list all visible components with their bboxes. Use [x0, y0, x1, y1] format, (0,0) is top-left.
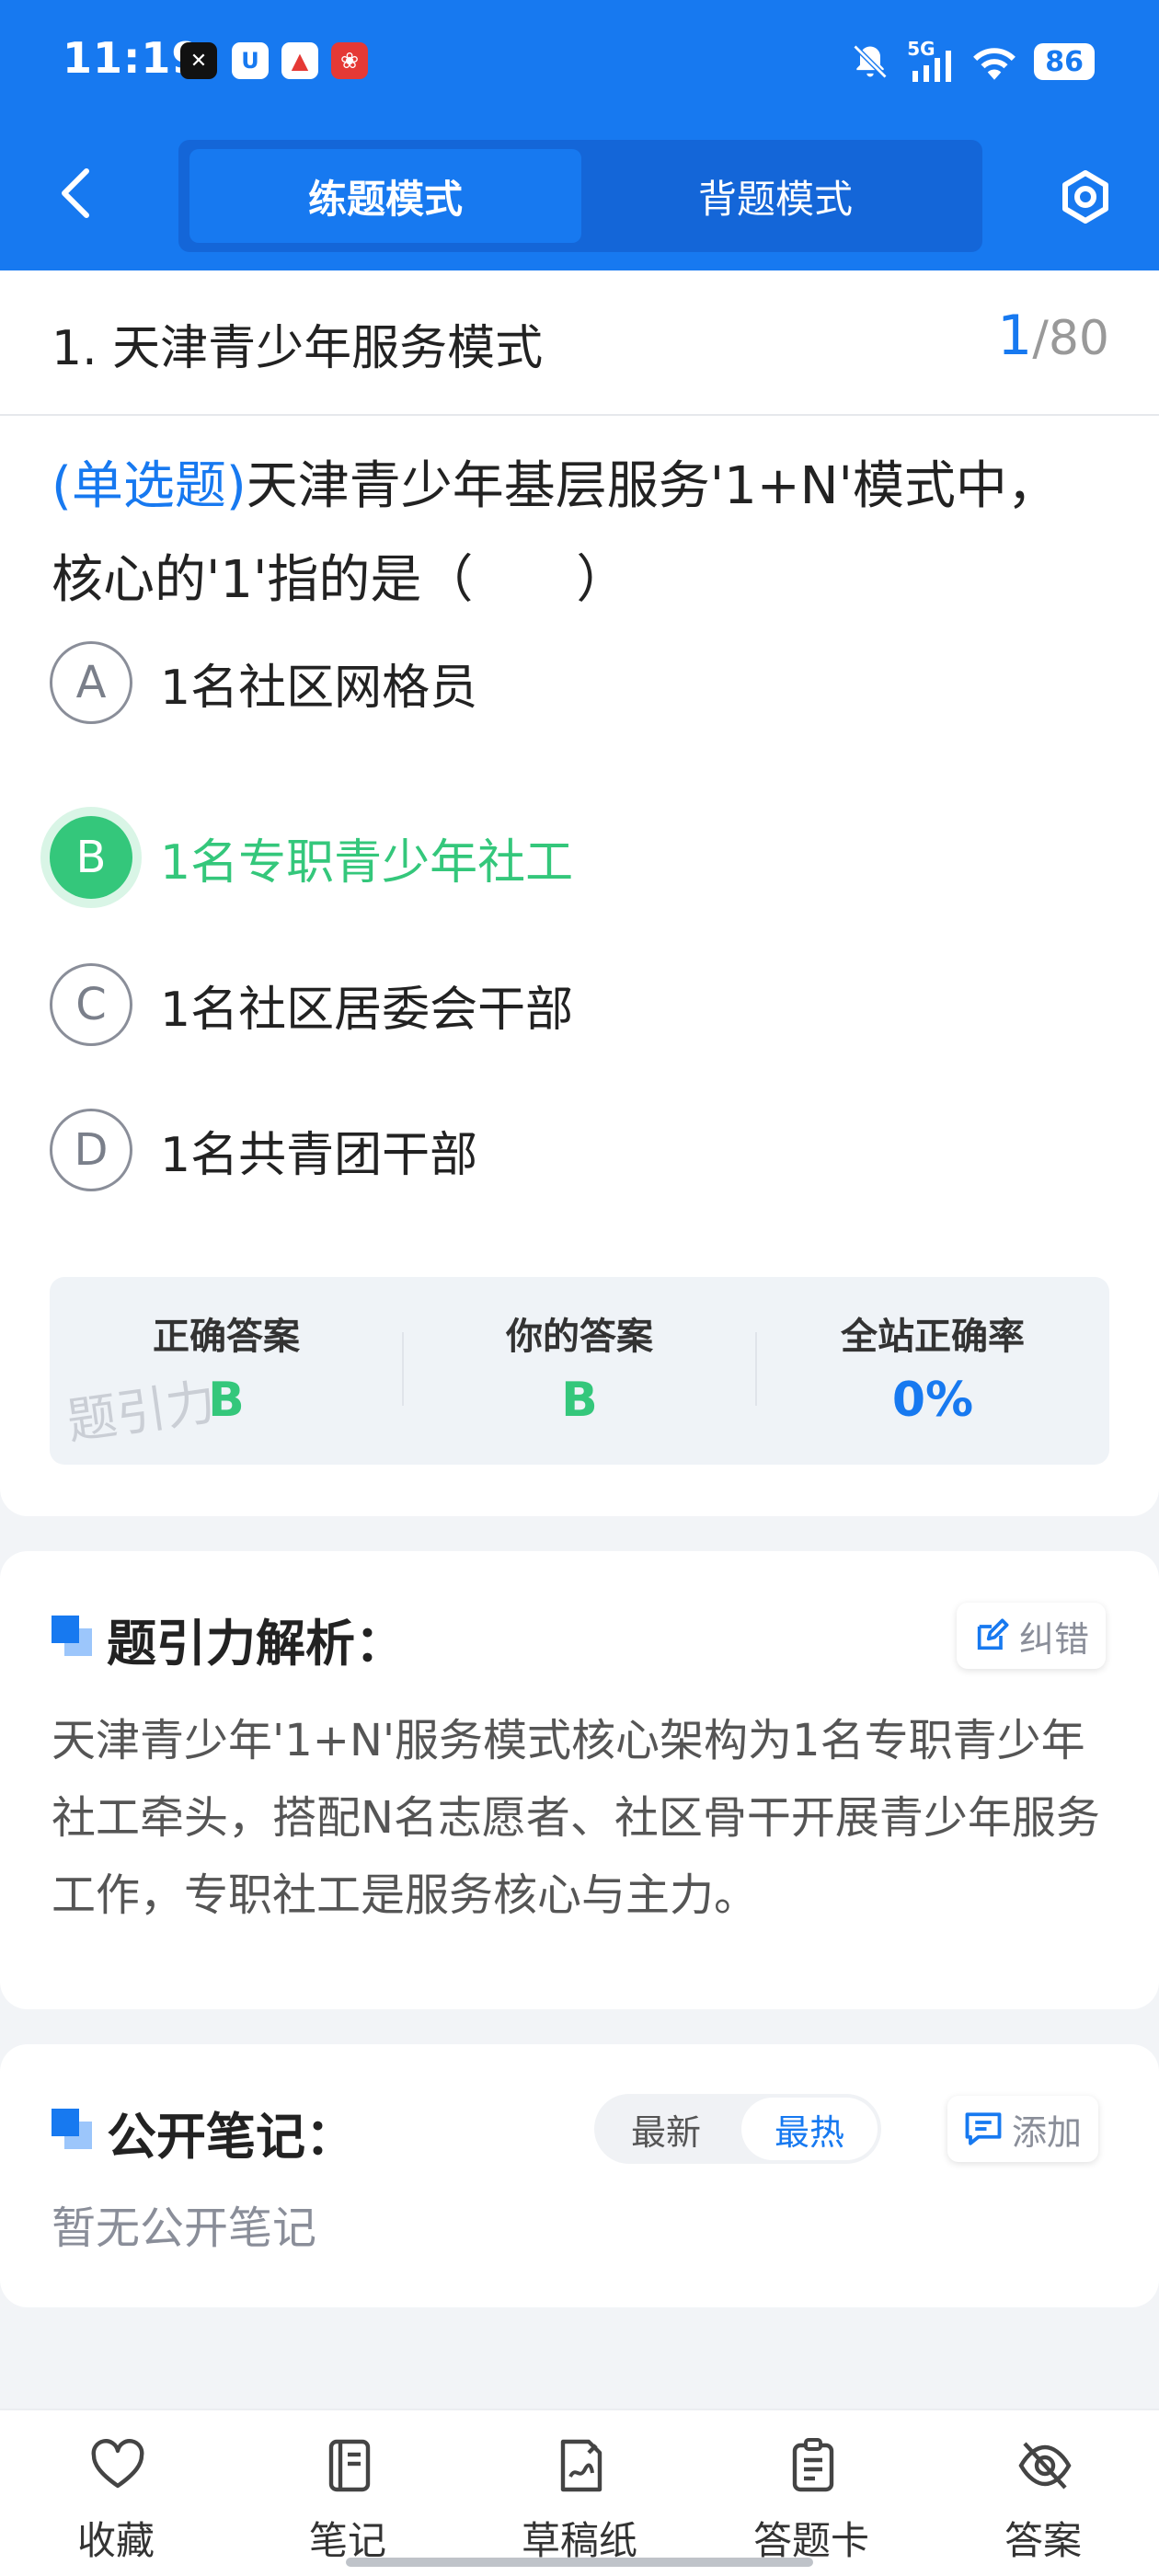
question-card: 1. 天津青少年服务模式 1/80 (单选题)天津青少年基层服务'1+N'模式中… — [0, 270, 1159, 1516]
accuracy-value: 0% — [891, 1373, 974, 1428]
your-answer-label: 你的答案 — [506, 1316, 653, 1358]
option-b[interactable]: B 1名专职青少年社工 — [50, 813, 1107, 902]
correct-answer-label: 正确答案 — [153, 1316, 300, 1358]
section-square-icon — [52, 1616, 94, 1658]
nav-answer[interactable]: 答案 — [927, 2410, 1159, 2576]
status-icons: 5G 86 — [850, 38, 1095, 85]
accuracy-column: 全站正确率 0% — [756, 1277, 1109, 1465]
answer-card-icon — [792, 2438, 834, 2492]
option-d[interactable]: D 1名共青团干部 — [50, 1106, 1107, 1194]
total-questions: /80 — [1032, 311, 1109, 366]
hexagon-settings-icon — [1062, 170, 1108, 224]
nav-notes[interactable]: 笔记 — [232, 2410, 464, 2576]
option-text: 1名共青团干部 — [160, 1127, 478, 1183]
notebook-icon — [328, 2439, 371, 2492]
analysis-text: 天津青少年'1+N'服务模式核心架构为1名专职青少年社工牵头，搭配N名志愿者、社… — [52, 1715, 1100, 1921]
accuracy-label: 全站正确率 — [841, 1316, 1025, 1358]
chevron-left-icon — [62, 168, 89, 218]
question-counter[interactable]: 1/80 — [997, 304, 1109, 368]
correct-answer-column: 正确答案 B 题引力 — [50, 1277, 403, 1465]
pinduoduo-app-icon: ❀ — [331, 42, 368, 79]
nav-scratch-paper[interactable]: 草稿纸 — [464, 2410, 695, 2576]
comment-add-icon — [965, 2112, 1002, 2145]
header: 11:19 ✕ U ▲ ❀ 5G 86 练题模式 背题模式 — [0, 0, 1159, 270]
u-app-icon: U — [232, 42, 269, 79]
add-note-label: 添加 — [1012, 2111, 1083, 2153]
question-title-bar: 1. 天津青少年服务模式 1/80 — [0, 270, 1159, 416]
report-error-button[interactable]: 纠错 — [957, 1603, 1107, 1669]
question-text: (单选题)天津青少年基层服务'1+N'模式中，核心的'1'指的是（ ） — [52, 440, 1109, 627]
sort-hottest[interactable]: 最热 — [741, 2098, 878, 2160]
section-square-icon — [52, 2109, 94, 2151]
option-a[interactable]: A 1名社区网格员 — [50, 638, 1107, 727]
analysis-title: 题引力解析： — [107, 1615, 405, 1673]
bottom-toolbar: 收藏 笔记 草稿纸 答题卡 答案 — [0, 2409, 1159, 2576]
edit-icon — [977, 1618, 1009, 1650]
nav-label: 收藏 — [76, 2518, 155, 2563]
home-indicator[interactable] — [346, 2558, 813, 2567]
analysis-card: 题引力解析： 纠错 天津青少年'1+N'服务模式核心架构为1名专职青少年社工牵头… — [0, 1551, 1159, 2009]
notes-sort-toggle: 最新 最热 — [594, 2094, 881, 2164]
answer-summary: 正确答案 B 题引力 你的答案 B 全站正确率 0% — [50, 1277, 1109, 1465]
sort-newest[interactable]: 最新 — [598, 2098, 734, 2160]
notes-title: 公开笔记： — [107, 2108, 355, 2166]
your-answer-value: B — [561, 1373, 598, 1428]
nav-favorite[interactable]: 收藏 — [0, 2410, 232, 2576]
option-letter: D — [50, 1109, 132, 1191]
option-text: 1名社区居委会干部 — [160, 982, 574, 1038]
report-error-label: 纠错 — [1019, 1618, 1090, 1660]
option-text: 1名社区网格员 — [160, 660, 478, 716]
capcut-app-icon: ✕ — [180, 42, 217, 79]
a-app-icon: ▲ — [281, 42, 318, 79]
your-answer-column: 你的答案 B — [403, 1277, 756, 1465]
battery-indicator: 86 — [1034, 43, 1095, 80]
question-title: 1. 天津青少年服务模式 — [52, 321, 544, 376]
empty-notes-text: 暂无公开笔记 — [52, 2202, 317, 2254]
wifi-icon — [973, 48, 1016, 80]
option-c[interactable]: C 1名社区居委会干部 — [50, 960, 1107, 1049]
back-button[interactable] — [48, 166, 103, 221]
option-letter: C — [50, 963, 132, 1046]
mute-bell-icon — [853, 44, 888, 79]
heart-icon — [91, 2439, 144, 2489]
settings-button[interactable] — [1054, 166, 1117, 228]
tab-practice-mode[interactable]: 练题模式 — [189, 149, 581, 243]
question-type-label: (单选题) — [52, 456, 247, 516]
option-letter: B — [50, 816, 132, 899]
add-note-button[interactable]: 添加 — [947, 2096, 1099, 2162]
nav-label: 答案 — [1004, 2518, 1082, 2563]
eye-off-icon — [1018, 2442, 1072, 2490]
option-letter: A — [50, 641, 132, 724]
option-text: 1名专职青少年社工 — [160, 834, 574, 891]
current-question-number: 1 — [997, 304, 1033, 368]
draft-icon — [560, 2439, 602, 2492]
status-bar: 11:19 ✕ U ▲ ❀ 5G 86 — [0, 0, 1159, 125]
signal-5g-icon: 5G — [907, 38, 955, 82]
nav-answer-card[interactable]: 答题卡 — [695, 2410, 927, 2576]
mode-switcher: 练题模式 背题模式 — [178, 140, 982, 252]
tab-memorize-mode[interactable]: 背题模式 — [580, 149, 971, 243]
public-notes-card: 公开笔记： 最新 最热 添加 暂无公开笔记 — [0, 2044, 1159, 2307]
